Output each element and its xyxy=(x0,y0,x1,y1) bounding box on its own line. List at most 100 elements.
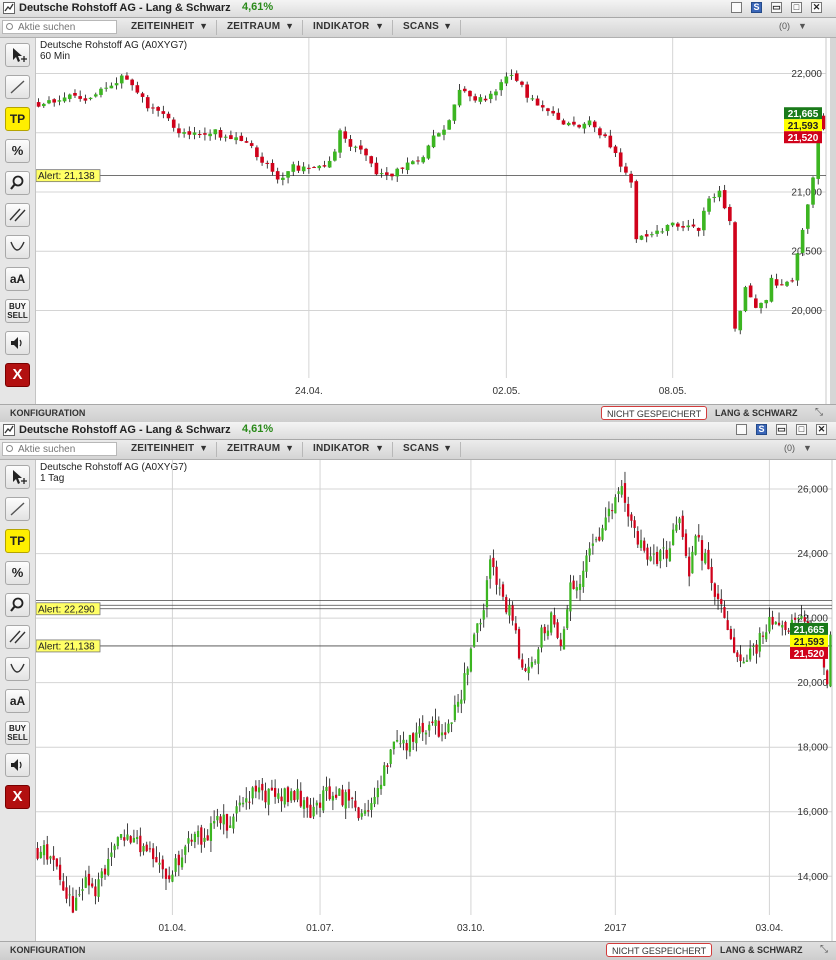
candle-body xyxy=(373,796,376,805)
candle-body xyxy=(177,854,180,866)
candle-body xyxy=(114,83,119,86)
sound-icon[interactable] xyxy=(5,753,30,777)
text-tool-button[interactable]: aA xyxy=(5,689,30,713)
parallel-lines-icon[interactable] xyxy=(5,203,30,227)
line-tool-icon[interactable] xyxy=(5,75,30,99)
candle-body xyxy=(161,111,166,114)
menu-indikator[interactable]: INDIKATOR ▼ xyxy=(303,20,393,35)
config-button[interactable]: KONFIGURATION xyxy=(10,408,85,418)
cursor-tool-icon[interactable] xyxy=(5,465,30,489)
maximize-icon[interactable]: □ xyxy=(791,2,802,13)
candle-body xyxy=(78,96,82,99)
candle-body xyxy=(742,661,745,664)
chart-window-daily: Deutsche Rohstoff AG - Lang & Schwarz 4,… xyxy=(0,422,836,960)
candle-body xyxy=(561,120,566,125)
menu-zeitraum[interactable]: ZEITRAUM ▼ xyxy=(217,20,303,35)
candle-body xyxy=(670,222,675,226)
buy-sell-button[interactable]: BUY SELL xyxy=(5,299,30,323)
candle-body xyxy=(42,845,46,856)
stock-search[interactable] xyxy=(2,442,117,456)
chart-area[interactable]: Deutsche Rohstoff AG (A0XYG7) 60 Min 22,00… xyxy=(35,38,830,404)
alert-label: Alert: 21,138 xyxy=(38,641,95,652)
candle-body xyxy=(322,790,325,811)
candle-body xyxy=(357,807,360,819)
candle-body xyxy=(158,862,161,865)
detach-icon[interactable]: ▭ xyxy=(776,424,787,435)
menu-label: INDIKATOR xyxy=(313,21,370,32)
candle-body xyxy=(428,724,431,731)
candle-body xyxy=(649,556,652,561)
menu-zeiteinheit[interactable]: ZEITEINHEIT ▼ xyxy=(121,442,217,457)
alert-count: (0) xyxy=(784,443,795,453)
stock-search[interactable] xyxy=(2,20,117,34)
config-button[interactable]: KONFIGURATION xyxy=(10,945,85,955)
candle-body xyxy=(109,85,114,89)
candle-body xyxy=(151,107,155,109)
arc-icon[interactable] xyxy=(5,657,30,681)
candle-body xyxy=(296,165,301,171)
menu-indikator[interactable]: INDIKATOR ▼ xyxy=(303,442,393,457)
zoom-icon[interactable] xyxy=(5,171,30,195)
arc-icon[interactable] xyxy=(5,235,30,259)
menu-scans[interactable]: SCANS ▼ xyxy=(393,20,461,35)
tp-button[interactable]: TP xyxy=(5,107,30,131)
candle-body xyxy=(164,868,168,879)
candle-body xyxy=(671,529,675,546)
candle-body xyxy=(174,858,177,872)
menu-scans[interactable]: SCANS ▼ xyxy=(393,442,461,457)
candle-body xyxy=(456,701,460,707)
candle-body xyxy=(774,621,777,625)
checkbox-button[interactable] xyxy=(736,424,747,435)
candlestick-chart-daily[interactable]: Deutsche Rohstoff AG (A0XYG7)1 Tag 26,000… xyxy=(35,460,836,941)
unsaved-badge[interactable]: NICHT GESPEICHERT xyxy=(606,943,713,957)
candle-body xyxy=(514,73,519,81)
s-button[interactable]: S xyxy=(751,2,762,13)
candle-body xyxy=(39,851,42,858)
percent-button[interactable]: % xyxy=(5,561,30,585)
line-tool-icon[interactable] xyxy=(5,497,30,521)
tp-button[interactable]: TP xyxy=(5,529,30,553)
detach-icon[interactable]: ▭ xyxy=(771,2,782,13)
search-input[interactable] xyxy=(18,21,113,33)
percent-button[interactable]: % xyxy=(5,139,30,163)
s-button[interactable]: S xyxy=(756,424,767,435)
parallel-lines-icon[interactable] xyxy=(5,625,30,649)
close-chart-button[interactable]: X xyxy=(5,363,30,387)
broker-menu[interactable]: LANG & SCHWARZ xyxy=(720,945,803,955)
candle-body xyxy=(511,605,514,621)
broker-menu[interactable]: LANG & SCHWARZ xyxy=(715,408,798,418)
buy-sell-button[interactable]: BUY SELL xyxy=(5,721,30,745)
candle-body xyxy=(492,557,495,568)
zoom-icon[interactable] xyxy=(5,593,30,617)
candle-body xyxy=(140,93,145,97)
candle-body xyxy=(572,121,576,125)
maximize-icon[interactable]: □ xyxy=(796,424,807,435)
resize-icon[interactable]: ⤡ xyxy=(820,944,828,955)
candle-body xyxy=(267,788,270,805)
menu-zeitraum[interactable]: ZEITRAUM ▼ xyxy=(217,442,303,457)
menu-zeiteinheit[interactable]: ZEITEINHEIT ▼ xyxy=(121,20,217,35)
candle-body xyxy=(623,483,627,503)
sound-icon[interactable] xyxy=(5,331,30,355)
close-icon[interactable]: ✕ xyxy=(816,424,827,435)
search-input[interactable] xyxy=(18,443,113,455)
candle-body xyxy=(495,566,498,585)
cursor-tool-icon[interactable] xyxy=(5,43,30,67)
candle-body xyxy=(688,556,691,577)
candlestick-chart-hourly[interactable]: Deutsche Rohstoff AG (A0XYG7)60 Min 22,00… xyxy=(35,38,830,404)
candle-body xyxy=(360,813,363,817)
unsaved-badge[interactable]: NICHT GESPEICHERT xyxy=(601,406,708,420)
chevron-down-icon[interactable]: ▼ xyxy=(803,443,812,453)
candle-body xyxy=(598,128,602,136)
candle-body xyxy=(145,844,148,852)
chart-area[interactable]: Deutsche Rohstoff AG (A0XYG7) 1 Tag 26,000… xyxy=(35,460,836,941)
text-tool-button[interactable]: aA xyxy=(5,267,30,291)
close-icon[interactable]: ✕ xyxy=(811,2,822,13)
candle-body xyxy=(431,721,434,724)
menu-label: ZEITRAUM xyxy=(227,443,281,454)
close-chart-button[interactable]: X xyxy=(5,785,30,809)
resize-icon[interactable]: ⤡ xyxy=(815,407,823,418)
chevron-down-icon[interactable]: ▼ xyxy=(798,21,807,31)
checkbox-button[interactable] xyxy=(731,2,742,13)
candle-body xyxy=(193,833,197,843)
